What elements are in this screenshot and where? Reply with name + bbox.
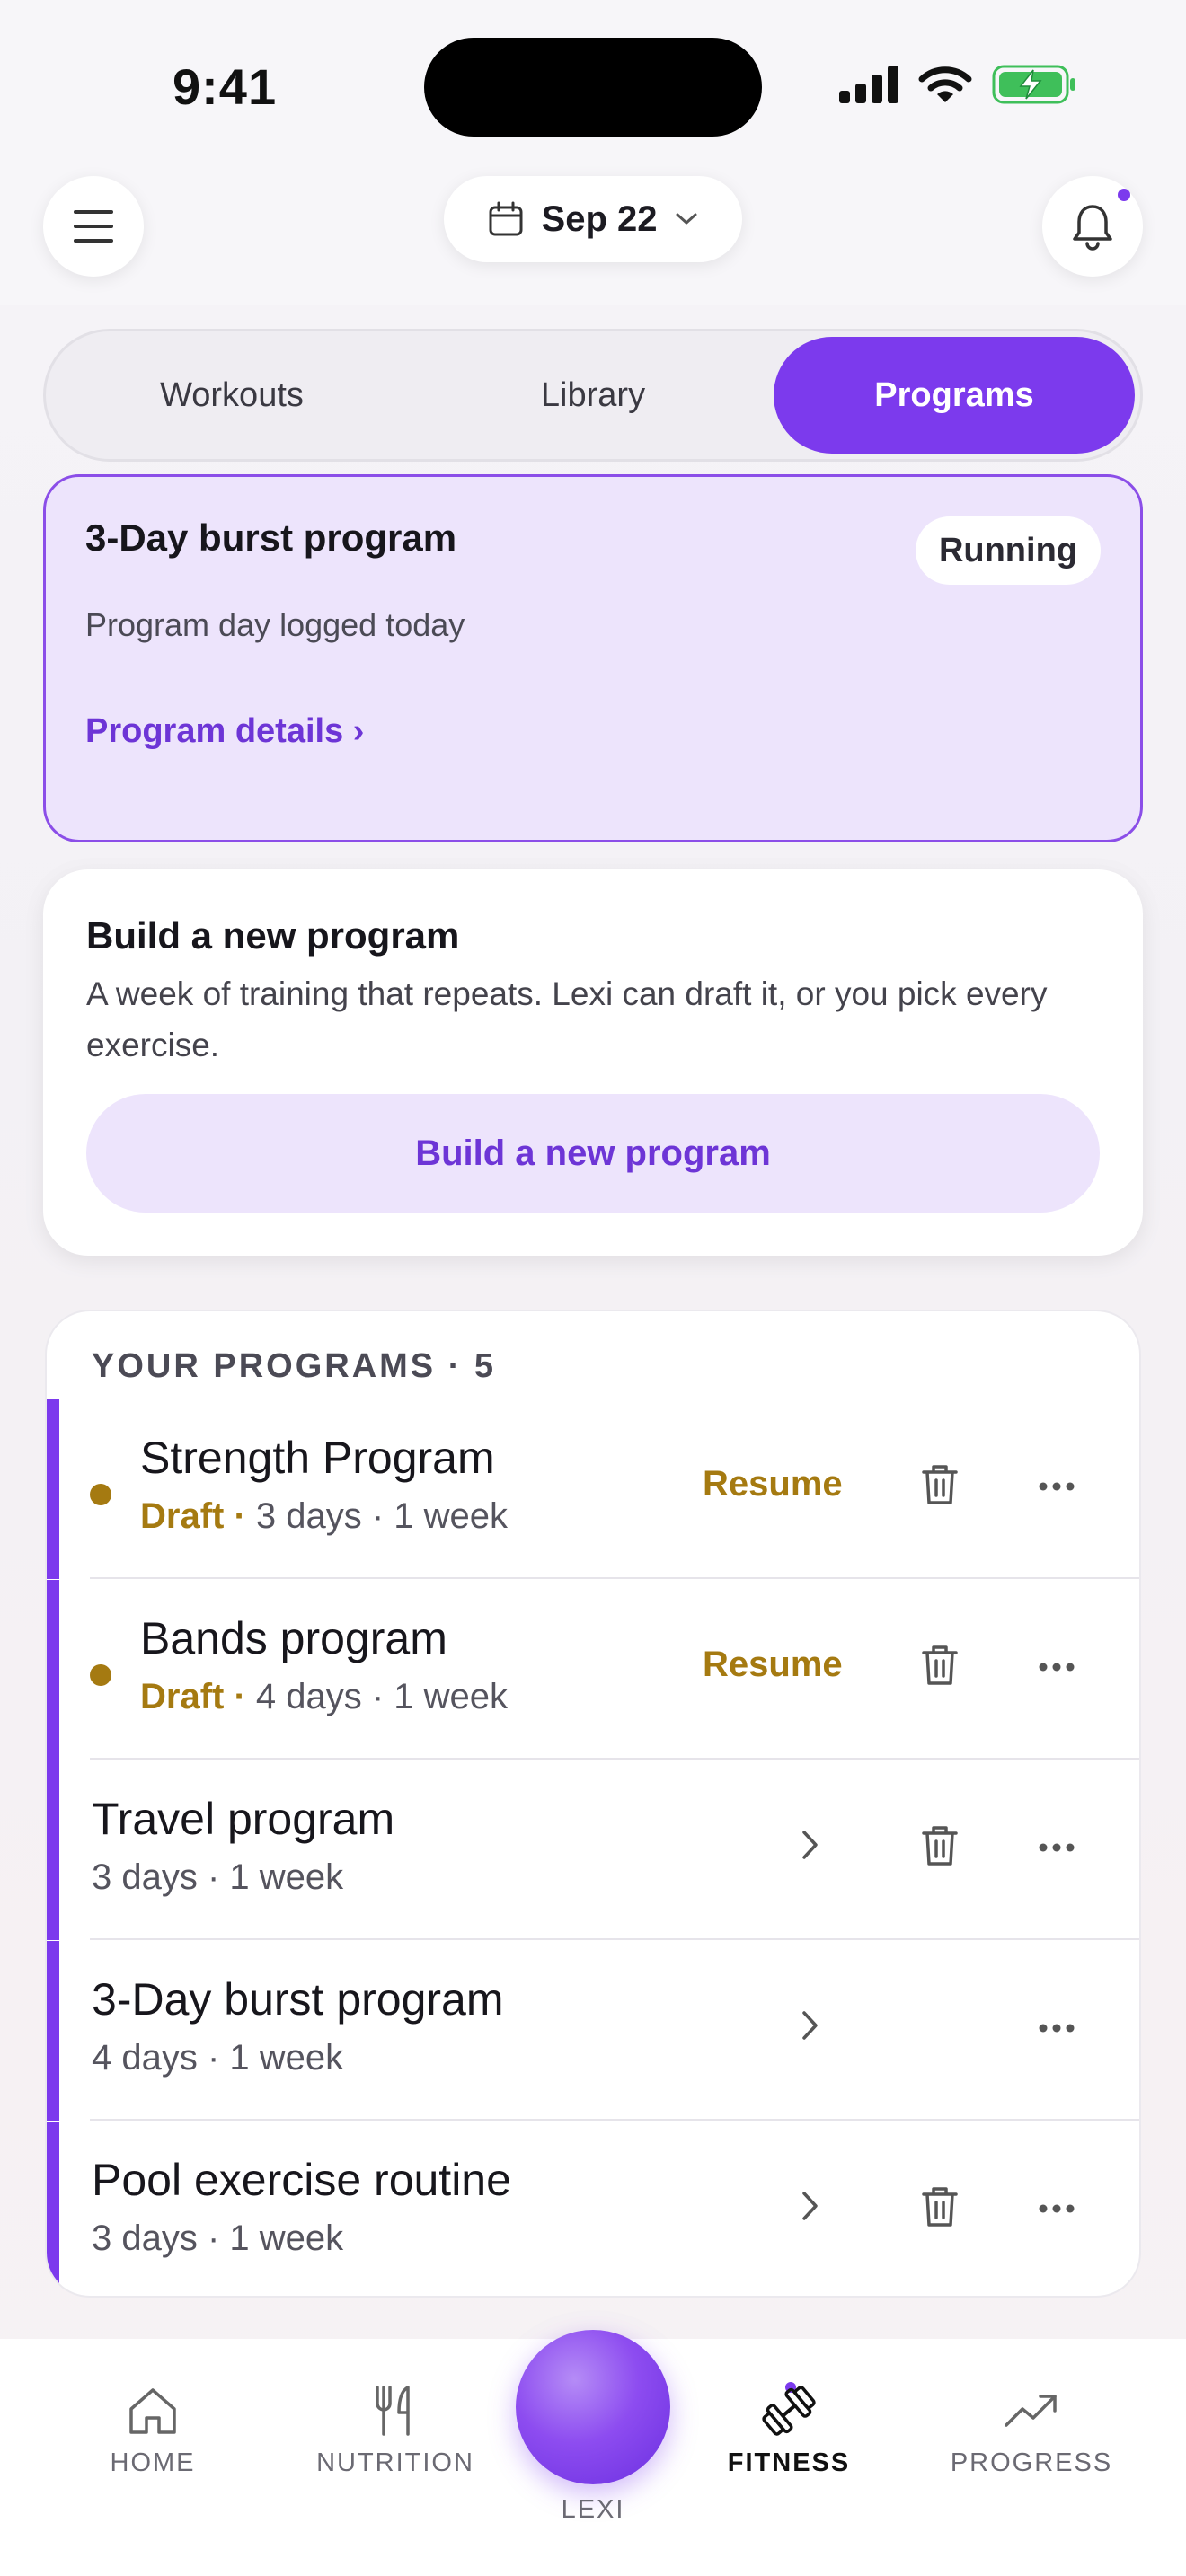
program-row[interactable]: Pool exercise routine 3 days · 1 week [47, 2122, 1139, 2296]
build-program-button[interactable]: Build a new program [86, 1094, 1100, 1213]
status-icons [839, 65, 1078, 104]
row-divider [90, 1758, 1139, 1760]
battery-charging-icon [992, 65, 1075, 104]
row-divider [90, 1577, 1139, 1579]
nav-fitness-label: FITNESS [727, 2448, 851, 2477]
running-program-card[interactable]: 3-Day burst program Running Program day … [43, 474, 1143, 842]
lexi-orb-button[interactable] [516, 2330, 670, 2484]
status-badge: Running [915, 516, 1101, 585]
bottom-nav: HOME NUTRITION LEXI FITNESS PROGRESS [0, 2330, 1186, 2576]
status-bar: 9:41 [0, 0, 1186, 162]
meta-separator: · [224, 1496, 256, 1536]
trash-icon[interactable] [920, 1823, 960, 1868]
row-divider [90, 2119, 1139, 2121]
app-header: Sep 22 [0, 162, 1186, 305]
program-name: Pool exercise routine [92, 2155, 511, 2205]
resume-button[interactable]: Resume [703, 1645, 843, 1685]
nav-progress[interactable]: PROGRESS [933, 2384, 1130, 2478]
build-program-description: A week of training that repeats. Lexi ca… [86, 975, 1048, 1063]
fork-knife-icon [376, 2386, 410, 2436]
trash-icon[interactable] [920, 1462, 960, 1507]
draft-dot [90, 1484, 111, 1505]
programs-heading: YOUR PROGRAMS · 5 [92, 1347, 497, 1385]
draft-dot [90, 1664, 111, 1686]
wifi-icon [918, 66, 972, 102]
trash-icon[interactable] [920, 2184, 960, 2229]
tab-workouts[interactable]: Workouts [51, 337, 412, 454]
menu-button[interactable] [43, 176, 144, 277]
chevron-down-icon [676, 213, 697, 225]
program-meta-text: 4 days · 1 week [92, 2038, 344, 2078]
row-divider [90, 1938, 1139, 1940]
more-options-icon[interactable] [1039, 1482, 1075, 1491]
dumbbell-icon [762, 2386, 816, 2436]
resume-button[interactable]: Resume [703, 1464, 843, 1504]
row-accent-bar [47, 1399, 59, 1579]
section-tabs: Workouts Library Programs [43, 329, 1143, 462]
row-accent-bar [47, 1941, 59, 2121]
program-meta-text: 3 days · 1 week [255, 1496, 509, 1536]
row-accent-bar [47, 1760, 59, 1940]
program-row[interactable]: Strength Program Draft · 3 days · 1 week… [47, 1399, 1139, 1579]
program-row[interactable]: 3-Day burst program 4 days · 1 week [47, 1941, 1139, 2121]
program-name: Travel program [92, 1794, 395, 1844]
bell-icon [1073, 205, 1112, 251]
tab-programs[interactable]: Programs [774, 337, 1135, 454]
status-time: 9:41 [173, 58, 278, 115]
program-row[interactable]: Travel program 3 days · 1 week [47, 1760, 1139, 1940]
program-name: Strength Program [140, 1433, 495, 1483]
program-meta: Draft · 4 days · 1 week [140, 1677, 508, 1717]
tab-library[interactable]: Library [412, 337, 774, 454]
running-program-subtitle: Program day logged today [85, 606, 465, 643]
nav-lexi-label: LEXI [561, 2495, 625, 2524]
notification-dot [1118, 189, 1130, 201]
dynamic-island [424, 38, 762, 137]
program-name: Bands program [140, 1613, 447, 1663]
program-row[interactable]: Bands program Draft · 4 days · 1 week Re… [47, 1580, 1139, 1760]
build-program-card: Build a new program A week of training t… [43, 869, 1143, 1256]
nav-nutrition[interactable]: NUTRITION [296, 2384, 494, 2478]
cellular-signal-icon [839, 66, 898, 103]
chevron-right-icon[interactable] [800, 2188, 821, 2224]
program-meta-text: 3 days · 1 week [92, 2219, 344, 2258]
date-label: Sep 22 [541, 198, 658, 239]
hamburger-menu-icon [74, 210, 113, 243]
meta-separator: · [224, 1677, 256, 1716]
programs-list: YOUR PROGRAMS · 5 Strength Program Draft… [45, 1310, 1141, 2298]
more-options-icon[interactable] [1039, 2024, 1075, 2033]
home-icon [129, 2388, 176, 2434]
program-meta-text: 4 days · 1 week [255, 1677, 509, 1716]
nav-home[interactable]: HOME [54, 2384, 252, 2478]
more-options-icon[interactable] [1039, 2204, 1075, 2213]
chevron-right-icon[interactable] [800, 1827, 821, 1863]
date-picker-button[interactable]: Sep 22 [444, 176, 742, 262]
draft-label: Draft [140, 1496, 225, 1536]
program-meta-text: 3 days · 1 week [92, 1857, 344, 1897]
notifications-button[interactable] [1042, 176, 1143, 277]
trash-icon[interactable] [920, 1643, 960, 1688]
program-meta: Draft · 3 days · 1 week [140, 1496, 508, 1537]
calendar-icon [489, 201, 523, 236]
build-program-title: Build a new program [86, 914, 460, 957]
chevron-right-icon[interactable] [800, 2007, 821, 2043]
nav-home-label: HOME [110, 2448, 196, 2477]
nav-fitness[interactable]: FITNESS [690, 2384, 888, 2478]
row-accent-bar [47, 2122, 59, 2296]
draft-label: Draft [140, 1677, 225, 1716]
trending-up-icon [1005, 2395, 1057, 2427]
nav-nutrition-label: NUTRITION [316, 2448, 474, 2477]
program-name: 3-Day burst program [92, 1974, 504, 2025]
more-options-icon[interactable] [1039, 1663, 1075, 1672]
row-accent-bar [47, 1580, 59, 1760]
more-options-icon[interactable] [1039, 1843, 1075, 1852]
nav-progress-label: PROGRESS [950, 2448, 1113, 2477]
program-details-link[interactable]: Program details › [85, 712, 364, 751]
